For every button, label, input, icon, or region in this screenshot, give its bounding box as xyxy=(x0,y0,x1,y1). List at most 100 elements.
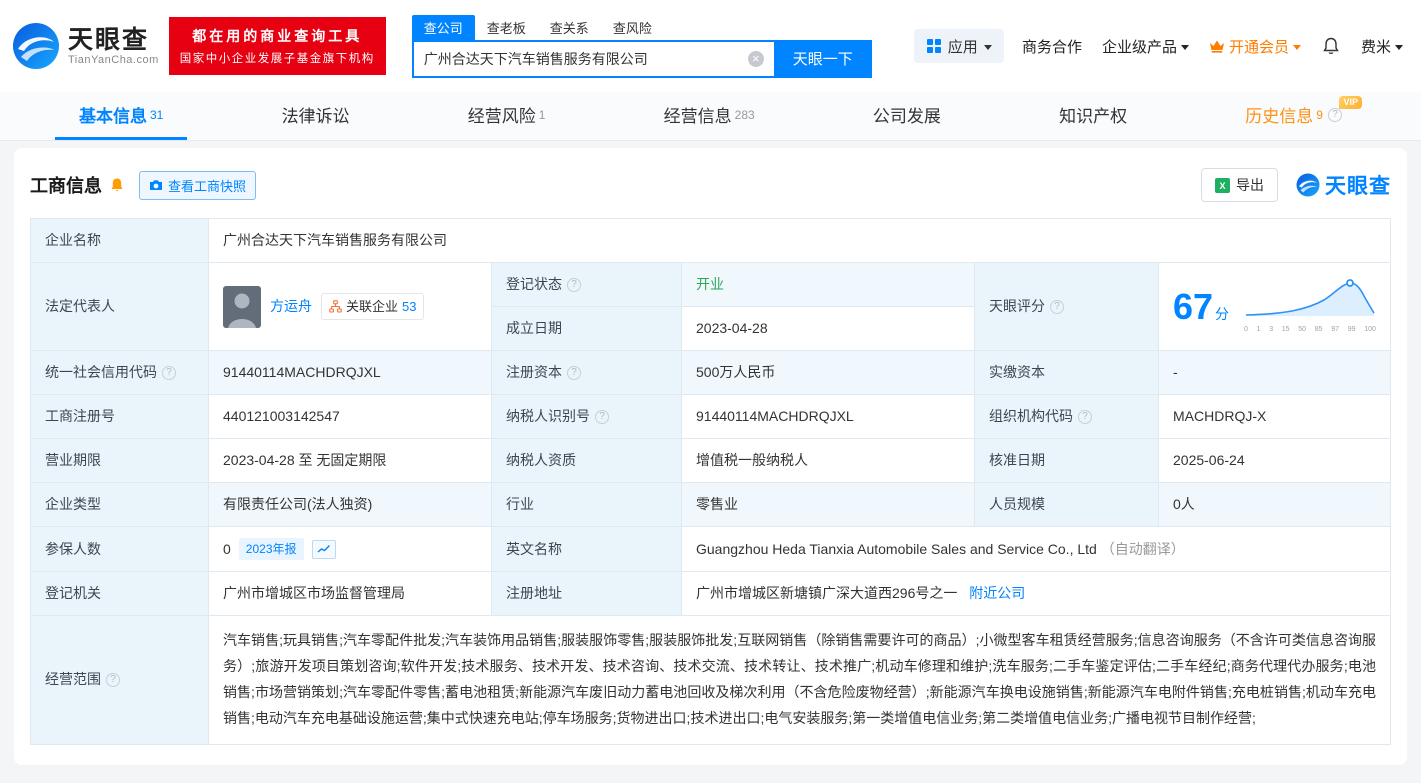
nav-user[interactable]: 费米 xyxy=(1361,36,1403,57)
nav-vip-label: 开通会员 xyxy=(1229,36,1289,57)
table-row: 经营范围 汽车销售;玩具销售;汽车零配件批发;汽车装饰用品销售;服装服饰零售;服… xyxy=(31,616,1391,745)
search-input[interactable] xyxy=(412,40,774,78)
help-icon[interactable] xyxy=(595,410,609,424)
alert-bell-icon[interactable] xyxy=(109,177,125,194)
search-tab-risk[interactable]: 查风险 xyxy=(601,15,664,40)
label-industry: 行业 xyxy=(492,483,682,527)
crown-icon xyxy=(1209,39,1225,53)
score-axis-tick: 3 xyxy=(1269,325,1273,336)
value-org-code: MACHDRQJ-X xyxy=(1159,395,1391,439)
value-reg-address: 广州市增城区新塘镇广深大道西296号之一 附近公司 xyxy=(682,572,1391,616)
address-text: 广州市增城区新塘镇广深大道西296号之一 xyxy=(696,585,957,601)
legal-rep-link[interactable]: 方运舟 xyxy=(270,296,312,317)
label-text: 纳税人识别号 xyxy=(506,406,590,427)
status-badge: 开业 xyxy=(696,276,724,292)
help-icon[interactable] xyxy=(567,366,581,380)
score-axis-tick: 97 xyxy=(1331,325,1339,336)
label-text: 天眼评分 xyxy=(989,296,1045,317)
nearby-companies-link[interactable]: 附近公司 xyxy=(969,585,1025,601)
score-axis-tick: 0 xyxy=(1244,325,1248,336)
tab-label: 经营风险 xyxy=(468,102,536,127)
nav-enterprise-products[interactable]: 企业级产品 xyxy=(1102,36,1189,57)
tianyancha-logo[interactable]: 天眼查 TianYanCha.com xyxy=(12,22,159,70)
label-company-name: 企业名称 xyxy=(31,219,209,263)
promo-line1: 都在用的商业查询工具 xyxy=(180,26,375,46)
tab-operation-risk[interactable]: 经营风险1 xyxy=(444,92,570,140)
value-credit-code: 91440114MACHDRQJXL xyxy=(209,351,492,395)
table-row: 企业类型 有限责任公司(法人独资) 行业 零售业 人员规模 0人 xyxy=(31,483,1391,527)
snapshot-button[interactable]: 查看工商快照 xyxy=(139,171,256,200)
tab-company-development[interactable]: 公司发展 xyxy=(849,92,965,140)
label-text: 登记状态 xyxy=(506,274,562,295)
nav-open-vip[interactable]: 开通会员 xyxy=(1209,36,1301,57)
tab-operation-info[interactable]: 经营信息283 xyxy=(640,92,779,140)
trend-chart-button[interactable] xyxy=(312,540,336,559)
value-business-term: 2023-04-28 至 无固定期限 xyxy=(209,439,492,483)
nav-user-label: 费米 xyxy=(1361,36,1391,57)
label-staff-size: 人员规模 xyxy=(975,483,1159,527)
main-content: 工商信息 查看工商快照 X 导出 xyxy=(0,141,1421,765)
chevron-down-icon xyxy=(984,45,992,50)
camera-icon xyxy=(149,179,163,191)
clear-search-icon[interactable] xyxy=(748,51,764,67)
search-tab-relation[interactable]: 查关系 xyxy=(538,15,601,40)
help-icon[interactable] xyxy=(1078,410,1092,424)
tab-count: 1 xyxy=(539,108,546,122)
label-reg-authority: 登记机关 xyxy=(31,572,209,616)
score-axis-tick: 50 xyxy=(1298,325,1306,336)
help-icon[interactable] xyxy=(567,278,581,292)
tab-legal-litigation[interactable]: 法律诉讼 xyxy=(258,92,374,140)
tab-label: 经营信息 xyxy=(664,102,732,127)
label-tianyan-score: 天眼评分 xyxy=(975,263,1159,351)
value-reg-status: 开业 xyxy=(682,263,975,307)
help-icon[interactable] xyxy=(162,366,176,380)
label-paid-capital: 实缴资本 xyxy=(975,351,1159,395)
related-companies-tag[interactable]: 关联企业 53 xyxy=(321,293,424,321)
search-button[interactable]: 天眼一下 xyxy=(774,40,872,78)
nav-business-cooperation[interactable]: 商务合作 xyxy=(1022,36,1082,57)
tab-history-info[interactable]: VIP 历史信息9 xyxy=(1221,92,1366,140)
tab-intellectual-property[interactable]: 知识产权 xyxy=(1035,92,1151,140)
related-companies-count[interactable]: 53 xyxy=(402,297,416,317)
watermark-text: 天眼查 xyxy=(1325,170,1391,200)
legal-rep-avatar[interactable] xyxy=(223,286,261,328)
help-icon[interactable] xyxy=(1050,300,1064,314)
score-axis-tick: 1 xyxy=(1257,325,1261,336)
search-tab-company[interactable]: 查公司 xyxy=(412,15,475,40)
tab-label: 公司发展 xyxy=(873,102,941,127)
help-icon[interactable] xyxy=(106,673,120,687)
label-approval-date: 核准日期 xyxy=(975,439,1159,483)
tab-basic-info[interactable]: 基本信息31 xyxy=(55,92,187,140)
top-nav: 商务合作 企业级产品 开通会员 费米 xyxy=(1022,36,1403,57)
section-title: 工商信息 xyxy=(30,172,102,198)
help-icon[interactable] xyxy=(1328,108,1342,122)
label-business-scope: 经营范围 xyxy=(31,616,209,745)
tianyan-score-link[interactable]: 67分 0 1 3 15 xyxy=(1173,278,1376,336)
notification-bell-icon[interactable] xyxy=(1321,36,1341,56)
export-button[interactable]: X 导出 xyxy=(1201,168,1278,202)
label-taxpayer-id: 纳税人识别号 xyxy=(492,395,682,439)
svg-text:X: X xyxy=(1219,181,1225,191)
tab-count: 9 xyxy=(1316,108,1323,122)
score-axis: 0 1 3 15 50 85 97 99 100 xyxy=(1244,325,1376,336)
table-row: 参保人数 0 2023年报 英文名称 Guangzhou Heda Ti xyxy=(31,527,1391,572)
search-tabs: 查公司 查老板 查关系 查风险 xyxy=(412,15,872,40)
score-value: 67 xyxy=(1173,286,1213,327)
apps-menu[interactable]: 应用 xyxy=(914,29,1004,63)
brand-domain: TianYanCha.com xyxy=(68,54,159,66)
search-tab-boss[interactable]: 查老板 xyxy=(475,15,538,40)
chevron-down-icon xyxy=(1293,45,1301,50)
table-row: 企业名称 广州合达天下汽车销售服务有限公司 xyxy=(31,219,1391,263)
chevron-down-icon xyxy=(1395,45,1403,50)
tab-count: 283 xyxy=(735,108,755,122)
tab-label: 法律诉讼 xyxy=(282,102,350,127)
english-name-text: Guangzhou Heda Tianxia Automobile Sales … xyxy=(696,541,1097,557)
label-reg-number: 工商注册号 xyxy=(31,395,209,439)
annual-report-tag[interactable]: 2023年报 xyxy=(239,538,304,560)
search-bar: 天眼一下 xyxy=(412,40,872,78)
related-company-icon xyxy=(329,300,342,313)
value-industry: 零售业 xyxy=(682,483,975,527)
related-companies-label: 关联企业 xyxy=(346,297,398,317)
label-text: 统一社会信用代码 xyxy=(45,362,157,383)
nav-enterprise-label: 企业级产品 xyxy=(1102,36,1177,57)
